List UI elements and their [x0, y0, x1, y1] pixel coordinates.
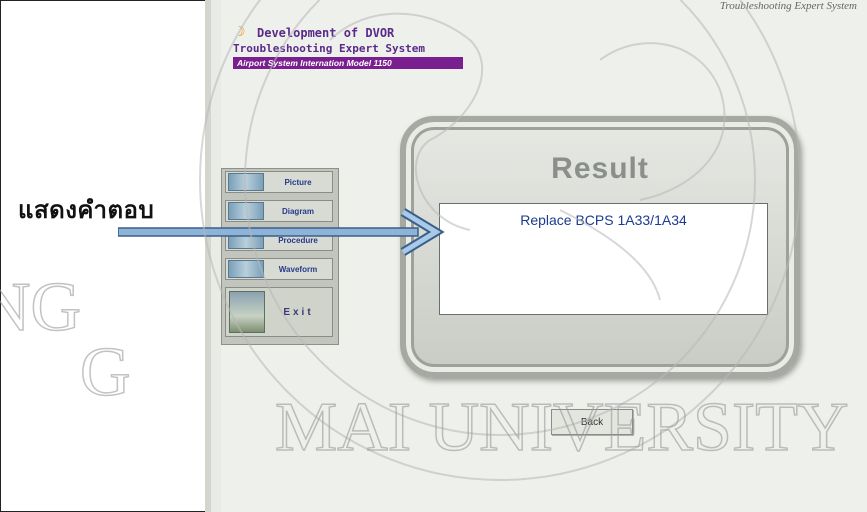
exit-button[interactable]: Exit — [225, 287, 333, 337]
exit-thumbnail-icon — [229, 291, 265, 333]
back-button[interactable]: Back — [551, 409, 633, 435]
app-logo: ☽ Development of DVOR Troubleshooting Ex… — [233, 24, 463, 69]
picture-button-label: Picture — [284, 177, 312, 187]
app-tagline: Airport System Internation Model 1150 — [233, 57, 463, 69]
pointer-arrow-icon — [118, 208, 445, 256]
waveform-button[interactable]: Waveform — [225, 258, 333, 280]
waveform-thumbnail-icon — [228, 260, 264, 278]
waveform-button-label: Waveform — [278, 264, 318, 274]
app-subtitle: Troubleshooting Expert System — [233, 42, 426, 55]
crescent-moon-icon: ☽ — [237, 24, 246, 40]
app-title: Development of DVOR — [257, 26, 395, 40]
exit-button-label: Exit — [283, 306, 314, 318]
result-box: Replace BCPS 1A33/1A34 — [439, 203, 768, 315]
result-text: Replace BCPS 1A33/1A34 — [520, 212, 687, 228]
side-menu: Picture Diagram Procedure Waveform Exit — [221, 168, 339, 345]
picture-button[interactable]: Picture — [225, 171, 333, 193]
result-title: Result — [551, 152, 649, 185]
picture-thumbnail-icon — [228, 173, 264, 191]
header-right-caption: Troubleshooting Expert System — [719, 0, 857, 12]
